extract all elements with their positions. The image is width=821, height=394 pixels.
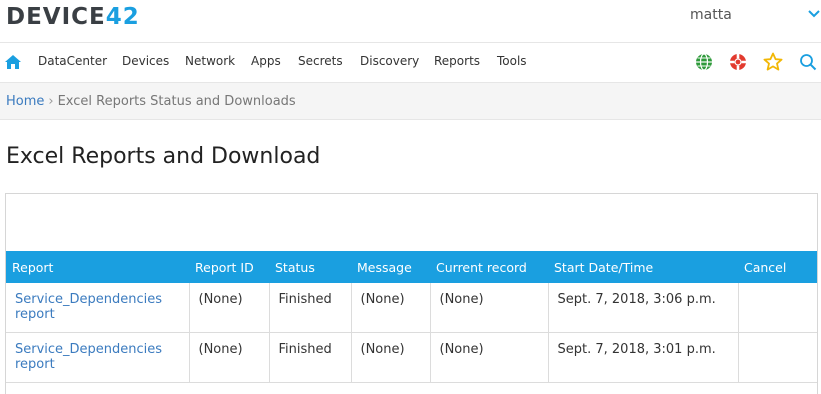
user-name[interactable]: matta [690, 7, 732, 23]
status-cell: Finished [269, 332, 352, 383]
search-icon[interactable] [798, 52, 818, 72]
report-id-cell: (None) [189, 283, 270, 333]
home-icon[interactable] [5, 55, 21, 69]
table-header-row: Report Report ID Status Message Current … [6, 251, 817, 283]
reports-panel: Report Report ID Status Message Current … [5, 193, 818, 394]
breadcrumb-current: Excel Reports Status and Downloads [57, 94, 296, 109]
device42-logo[interactable]: DEVICE42 [6, 4, 140, 30]
chevron-down-icon[interactable] [806, 6, 821, 22]
message-cell: (None) [351, 332, 431, 383]
report-cell: Service_Dependencies report [6, 283, 190, 333]
cancel-cell [738, 332, 817, 383]
nav-item-apps[interactable]: Apps [251, 54, 281, 68]
main-nav: DataCenter Devices Network Apps Secrets … [0, 43, 821, 83]
top-bar: DEVICE42 matta [0, 0, 821, 43]
star-icon[interactable] [763, 52, 783, 72]
nav-item-secrets[interactable]: Secrets [298, 54, 343, 68]
breadcrumb: Home › Excel Reports Status and Downloads [6, 94, 296, 109]
column-header-current-record[interactable]: Current record [430, 251, 548, 283]
column-header-start-date-time[interactable]: Start Date/Time [548, 251, 738, 283]
nav-item-datacenter[interactable]: DataCenter [38, 54, 107, 68]
lifebuoy-icon[interactable] [728, 52, 748, 72]
column-header-report-id[interactable]: Report ID [189, 251, 269, 283]
breadcrumb-home-link[interactable]: Home [6, 94, 44, 109]
nav-item-devices[interactable]: Devices [122, 54, 169, 68]
page-title: Excel Reports and Download [6, 144, 321, 169]
table-row: Service_Dependencies report (None) Finis… [6, 283, 817, 333]
start-date-cell: Sept. 7, 2018, 3:06 p.m. [548, 283, 739, 333]
nav-item-reports[interactable]: Reports [434, 54, 480, 68]
breadcrumb-separator: › [48, 94, 54, 109]
start-date-cell: Sept. 7, 2018, 3:01 p.m. [548, 332, 739, 383]
message-cell: (None) [351, 283, 431, 333]
nav-item-network[interactable]: Network [185, 54, 235, 68]
column-header-cancel[interactable]: Cancel [738, 251, 817, 283]
status-cell: Finished [269, 283, 352, 333]
column-header-message[interactable]: Message [351, 251, 430, 283]
nav-item-discovery[interactable]: Discovery [360, 54, 419, 68]
column-header-status[interactable]: Status [269, 251, 351, 283]
report-id-cell: (None) [189, 332, 270, 383]
report-cell: Service_Dependencies report [6, 332, 190, 383]
breadcrumb-bar: Home › Excel Reports Status and Downloads [0, 83, 821, 120]
nav-item-tools[interactable]: Tools [497, 54, 527, 68]
column-header-report[interactable]: Report [6, 251, 189, 283]
reports-table: Report Report ID Status Message Current … [6, 251, 817, 383]
report-link[interactable]: Service_Dependencies report [15, 292, 162, 322]
cancel-cell [738, 283, 817, 333]
globe-icon[interactable] [694, 52, 714, 72]
current-record-cell: (None) [430, 283, 549, 333]
report-link[interactable]: Service_Dependencies report [15, 342, 162, 372]
current-record-cell: (None) [430, 332, 549, 383]
table-row: Service_Dependencies report (None) Finis… [6, 332, 817, 383]
